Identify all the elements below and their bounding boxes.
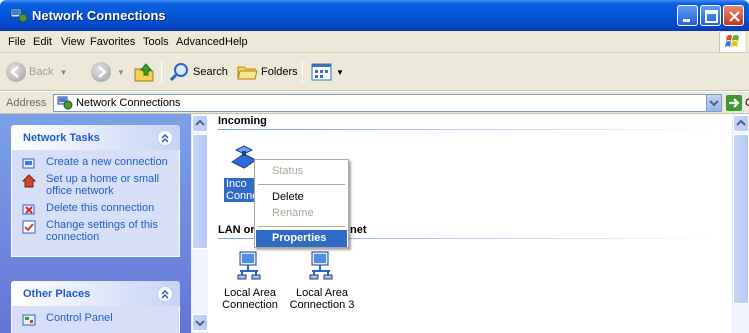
scroll-thumb[interactable] bbox=[192, 134, 208, 249]
menu-help[interactable]: Help bbox=[225, 36, 248, 48]
menu-separator bbox=[258, 226, 345, 227]
menu-edit[interactable]: Edit bbox=[33, 36, 52, 48]
group-title-lan: LAN or bbox=[218, 224, 255, 236]
task-delete-connection[interactable]: Delete this connection bbox=[22, 202, 171, 215]
address-field[interactable]: Network Connections bbox=[53, 94, 707, 112]
place-control-panel[interactable]: Control Panel bbox=[22, 312, 171, 326]
views-dropdown-icon[interactable]: ▼ bbox=[336, 68, 344, 77]
up-button[interactable] bbox=[133, 60, 157, 84]
other-places-list: Control Panel bbox=[11, 306, 180, 333]
address-bar: Address Network Connections Go bbox=[0, 92, 749, 114]
go-icon bbox=[729, 98, 740, 108]
menu-item-rename[interactable]: Rename bbox=[256, 205, 347, 222]
lan-connection-item[interactable]: Local Area Connection 3 bbox=[288, 249, 356, 311]
address-label: Address bbox=[6, 97, 47, 109]
menu-bar: File Edit View Favorites Tools Advanced … bbox=[0, 31, 749, 53]
scroll-down-button[interactable] bbox=[192, 314, 208, 331]
collapse-icon[interactable] bbox=[157, 286, 173, 302]
maximize-button[interactable] bbox=[700, 5, 721, 26]
menu-tools[interactable]: Tools bbox=[143, 36, 169, 48]
minimize-button[interactable] bbox=[677, 5, 698, 26]
network-tasks-header[interactable]: Network Tasks bbox=[11, 125, 180, 150]
forward-dropdown-icon[interactable]: ▼ bbox=[117, 68, 125, 77]
views-icon bbox=[311, 63, 332, 81]
menu-view[interactable]: View bbox=[61, 36, 85, 48]
chevron-up-icon bbox=[195, 119, 205, 126]
lan-connection-icon bbox=[234, 249, 266, 281]
menu-item-status[interactable]: Status bbox=[256, 163, 347, 180]
back-icon bbox=[6, 62, 26, 82]
search-icon bbox=[169, 63, 188, 82]
address-value: Network Connections bbox=[76, 97, 181, 109]
close-button[interactable] bbox=[723, 5, 744, 26]
task-pane-scrollbar[interactable] bbox=[191, 114, 208, 333]
task-home-network[interactable]: Set up a home or small office network bbox=[22, 173, 171, 197]
maximize-icon bbox=[705, 10, 718, 23]
group-title-incoming: Incoming bbox=[218, 115, 267, 127]
menu-item-properties[interactable]: Properties bbox=[256, 230, 347, 247]
control-panel-icon bbox=[22, 314, 36, 326]
windows-flag-icon bbox=[719, 32, 745, 52]
lan-item-label-1: Local Area bbox=[296, 287, 348, 299]
views-button[interactable]: ▼ bbox=[310, 60, 344, 84]
lan-connection-item[interactable]: Local Area Connection bbox=[220, 249, 280, 311]
title-bar[interactable]: Network Connections bbox=[0, 0, 749, 31]
network-connections-icon bbox=[10, 8, 28, 23]
other-places-box: Other Places Control Panel bbox=[11, 281, 180, 333]
back-dropdown-icon[interactable]: ▼ bbox=[59, 68, 67, 77]
menu-item-delete[interactable]: Delete bbox=[256, 189, 347, 206]
lan-connection-icon bbox=[306, 249, 338, 281]
context-menu: Status Delete Rename Properties bbox=[254, 159, 349, 248]
folders-label: Folders bbox=[261, 66, 298, 78]
menu-separator bbox=[258, 184, 345, 185]
content-scrollbar[interactable] bbox=[732, 114, 749, 333]
forward-icon bbox=[91, 62, 111, 82]
menu-favorites[interactable]: Favorites bbox=[90, 36, 135, 48]
menu-file[interactable]: File bbox=[8, 36, 26, 48]
network-connections-icon bbox=[57, 96, 73, 110]
forward-button[interactable]: ▼ bbox=[91, 60, 125, 84]
folders-button[interactable]: Folders bbox=[236, 60, 298, 84]
toolbar: Back ▼ ▼ Search Folders ▼ bbox=[0, 53, 749, 91]
search-label: Search bbox=[193, 66, 228, 78]
scroll-up-button[interactable] bbox=[192, 115, 208, 132]
folders-icon bbox=[237, 66, 258, 80]
task-pane: Network Tasks Create a new connection Se… bbox=[0, 114, 191, 333]
chevron-down-icon bbox=[709, 100, 719, 107]
new-connection-icon bbox=[22, 158, 35, 169]
group-title-lan-right: net bbox=[350, 224, 367, 236]
chevron-up-icon bbox=[736, 119, 746, 126]
delete-connection-icon bbox=[22, 204, 35, 215]
minimize-icon bbox=[683, 19, 690, 22]
lan-item-label-2: Connection bbox=[222, 299, 278, 311]
network-tasks-list: Create a new connection Set up a home or… bbox=[11, 150, 180, 257]
properties-icon bbox=[22, 220, 36, 234]
back-button[interactable]: Back ▼ bbox=[6, 60, 67, 84]
toolbar-separator bbox=[302, 61, 303, 83]
window-title: Network Connections bbox=[32, 8, 166, 23]
scroll-up-button[interactable] bbox=[733, 115, 749, 132]
lan-item-label-2: Connection 3 bbox=[289, 299, 355, 311]
group-divider bbox=[218, 129, 718, 130]
chevron-down-icon bbox=[195, 320, 205, 327]
other-places-header[interactable]: Other Places bbox=[11, 281, 180, 306]
collapse-icon[interactable] bbox=[157, 130, 173, 146]
back-label: Back bbox=[29, 66, 54, 78]
close-icon bbox=[729, 11, 740, 22]
toolbar-separator bbox=[161, 61, 162, 83]
go-button[interactable] bbox=[726, 95, 742, 111]
go-label[interactable]: Go bbox=[745, 97, 749, 109]
up-folder-icon bbox=[134, 63, 154, 82]
lan-item-label-1: Local Area bbox=[224, 287, 276, 299]
scroll-thumb[interactable] bbox=[733, 134, 749, 304]
other-places-title: Other Places bbox=[23, 288, 91, 300]
task-create-connection[interactable]: Create a new connection bbox=[22, 156, 171, 169]
network-tasks-box: Network Tasks Create a new connection Se… bbox=[11, 125, 180, 257]
network-tasks-title: Network Tasks bbox=[23, 132, 100, 144]
task-change-settings[interactable]: Change settings of this connection bbox=[22, 219, 171, 243]
address-dropdown-button[interactable] bbox=[706, 94, 722, 112]
home-network-icon bbox=[22, 174, 36, 188]
search-button[interactable]: Search bbox=[168, 60, 228, 84]
menu-advanced[interactable]: Advanced bbox=[176, 36, 225, 48]
